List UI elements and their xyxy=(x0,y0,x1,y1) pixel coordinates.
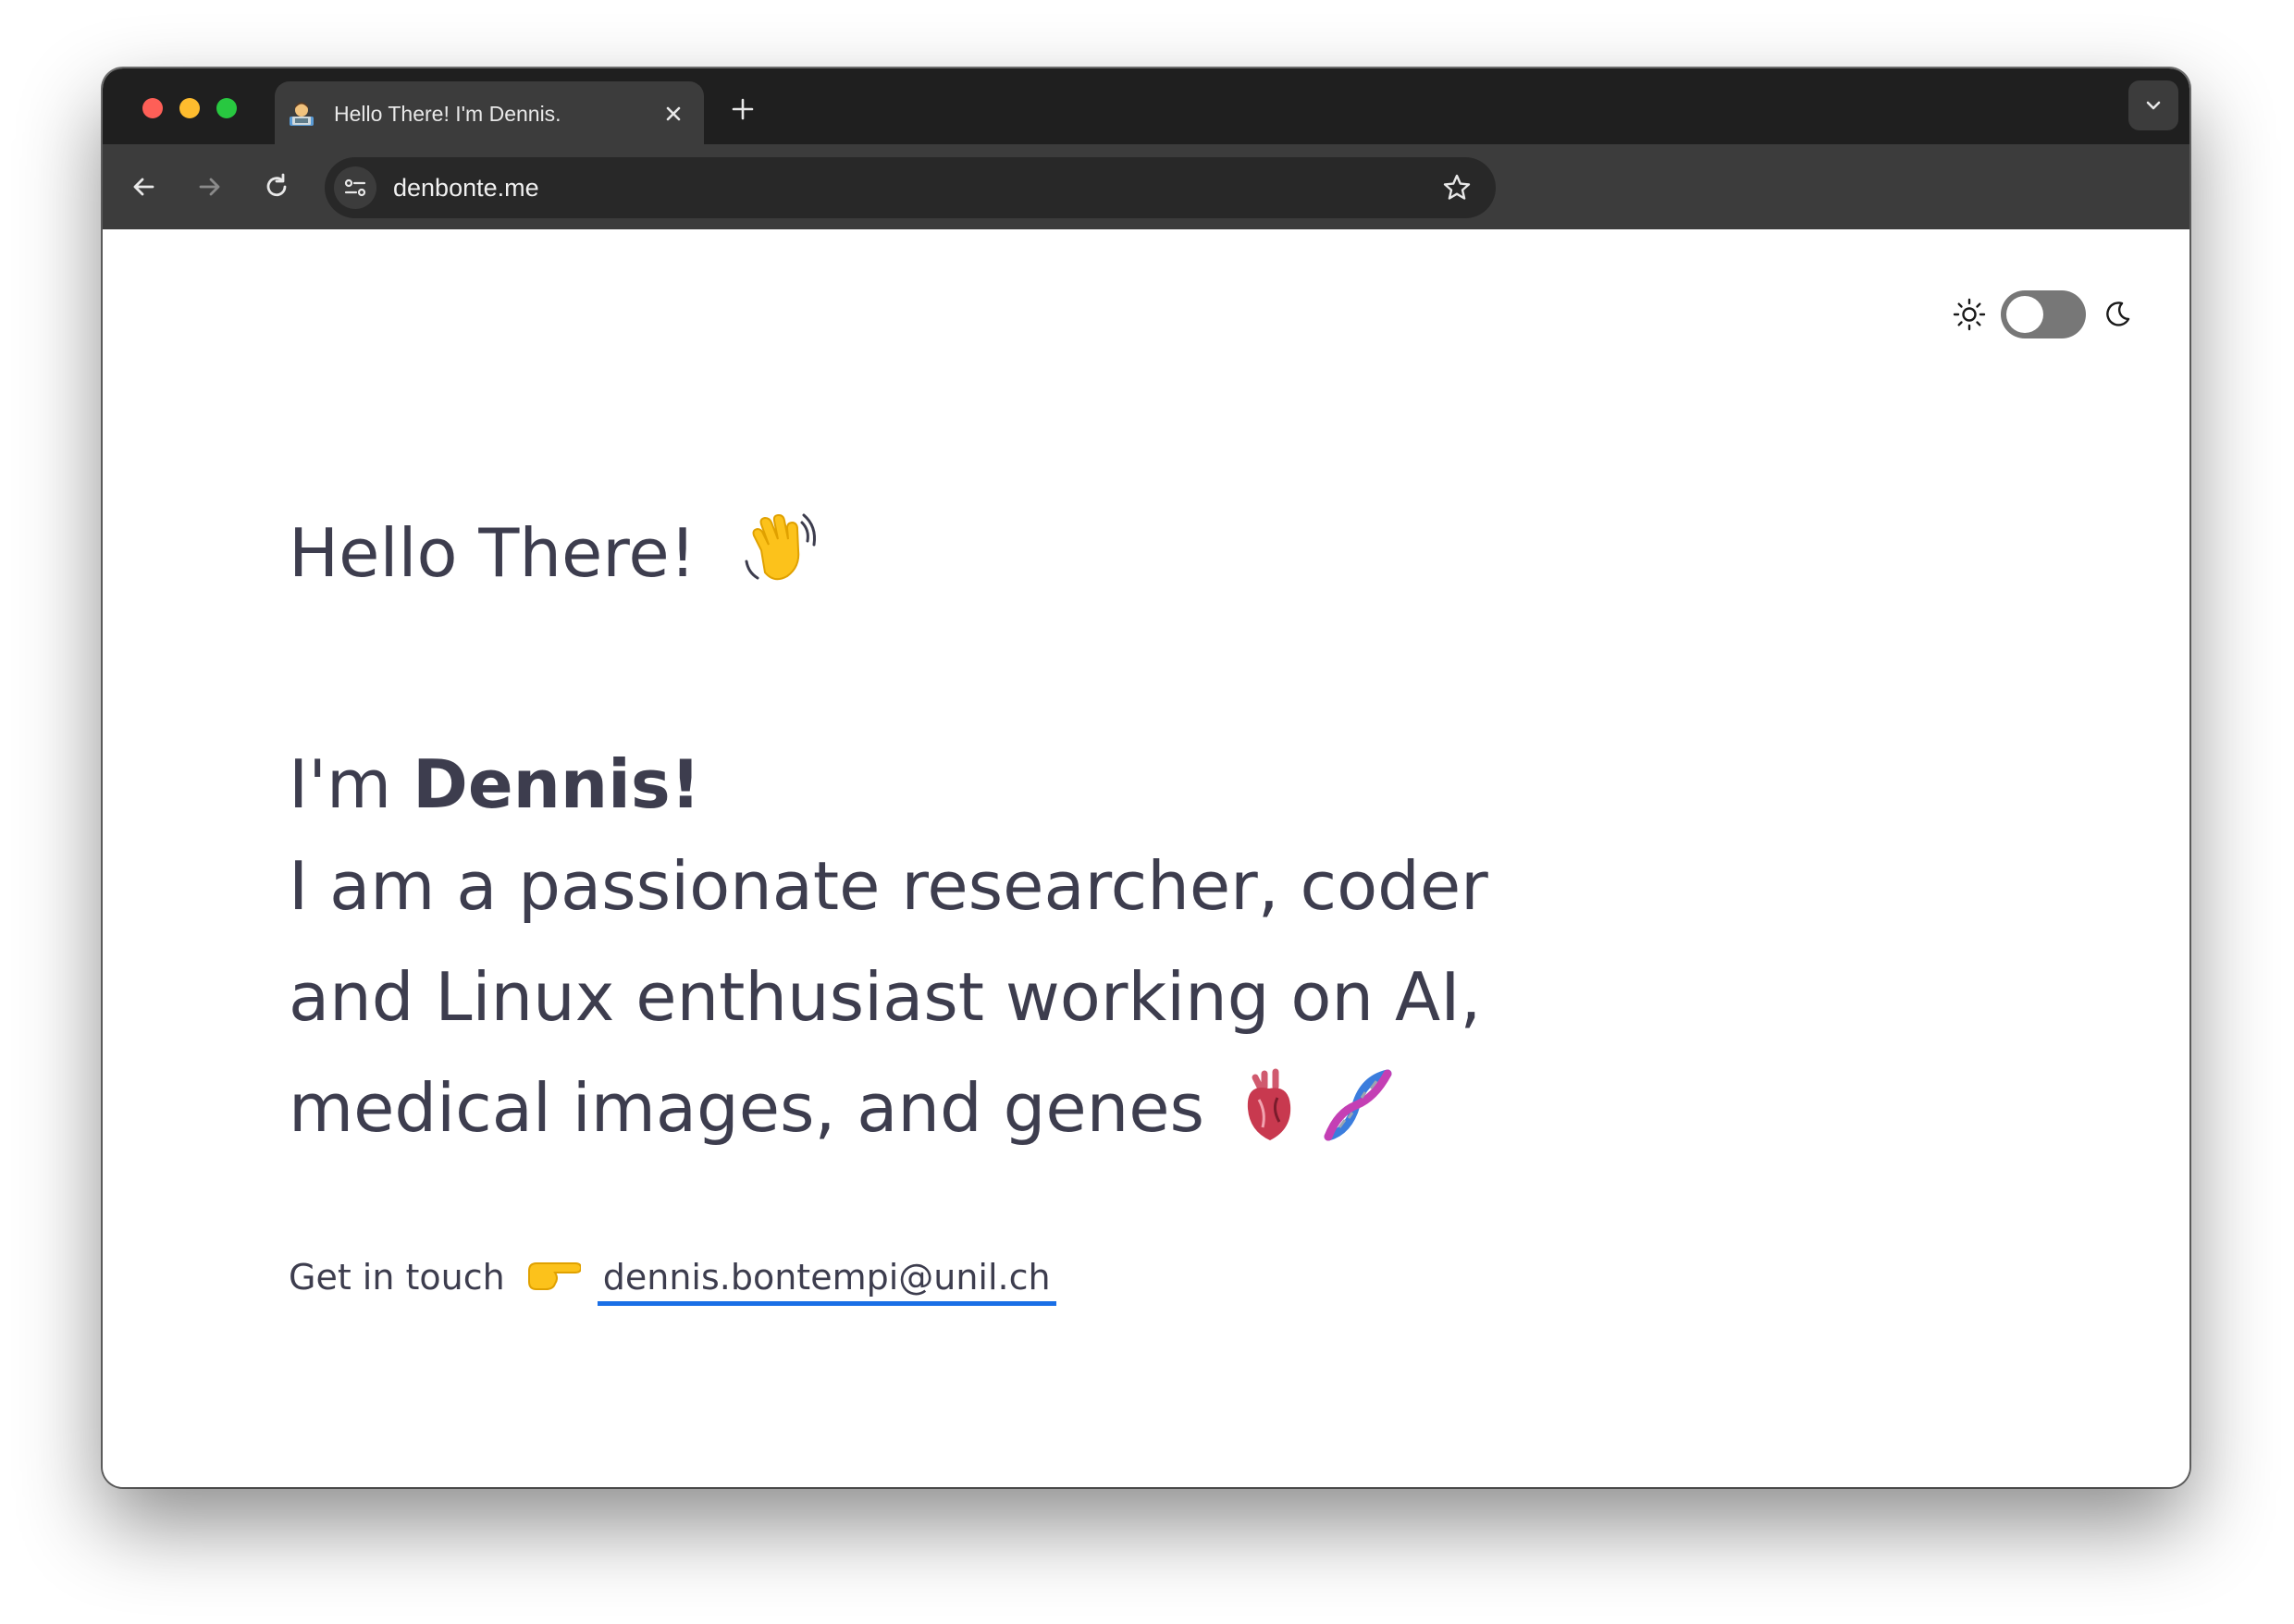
page-content: Hello There! I'm Dennis! I am a passiona… xyxy=(103,229,2189,1487)
reload-icon[interactable] xyxy=(262,172,291,202)
name-text: Dennis! xyxy=(413,745,701,823)
bio-emojis xyxy=(1239,1065,1395,1176)
maximize-window-button[interactable] xyxy=(216,98,237,118)
plus-icon[interactable] xyxy=(730,96,756,122)
technologist-emoji-icon xyxy=(290,102,314,126)
switch-knob xyxy=(2006,296,2043,333)
dna-emoji-icon xyxy=(1324,1069,1392,1141)
minimize-window-button[interactable] xyxy=(179,98,200,118)
arrow-right-icon[interactable] xyxy=(195,172,225,202)
star-icon[interactable] xyxy=(1442,173,1472,203)
chevron-down-icon xyxy=(2146,101,2161,110)
arrow-left-icon[interactable] xyxy=(129,172,158,202)
greeting-heading: Hello There! xyxy=(289,507,819,599)
contact-label: Get in touch xyxy=(289,1257,505,1298)
close-icon[interactable] xyxy=(661,102,685,126)
greeting-text: Hello There! xyxy=(289,514,697,592)
tab-bar: Hello There! I'm Dennis. xyxy=(103,68,2189,144)
moon-icon xyxy=(2106,301,2130,326)
url-text[interactable]: denbonte.me xyxy=(393,173,539,203)
sun-icon xyxy=(1953,298,1986,331)
contact-line: Get in touch dennis.bontempi@unil.ch xyxy=(289,1251,1056,1310)
browser-window: Hello There! I'm Dennis. denbonte.me Hel… xyxy=(103,68,2189,1487)
pointing-right-emoji-icon xyxy=(525,1256,582,1310)
dark-mode-switch[interactable] xyxy=(2001,290,2086,338)
browser-tab[interactable]: Hello There! I'm Dennis. xyxy=(275,81,704,144)
address-bar[interactable]: denbonte.me xyxy=(325,157,1496,218)
email-link[interactable]: dennis.bontempi@unil.ch xyxy=(597,1257,1056,1306)
intro-prefix: I'm xyxy=(289,745,413,823)
site-info-button[interactable] xyxy=(334,166,376,209)
waving-hand-emoji-icon xyxy=(745,513,817,581)
close-window-button[interactable] xyxy=(142,98,163,118)
tab-title: Hello There! I'm Dennis. xyxy=(334,102,561,126)
anatomical-heart-emoji-icon xyxy=(1247,1068,1291,1140)
bio-paragraph: I am a passionate researcher, coder and … xyxy=(289,830,1584,1176)
intro-line: I'm Dennis! xyxy=(289,729,701,840)
browser-toolbar: denbonte.me xyxy=(103,144,2189,229)
tune-icon xyxy=(344,178,366,197)
theme-toggle xyxy=(1953,285,2165,340)
tab-search-button[interactable] xyxy=(2128,80,2178,130)
